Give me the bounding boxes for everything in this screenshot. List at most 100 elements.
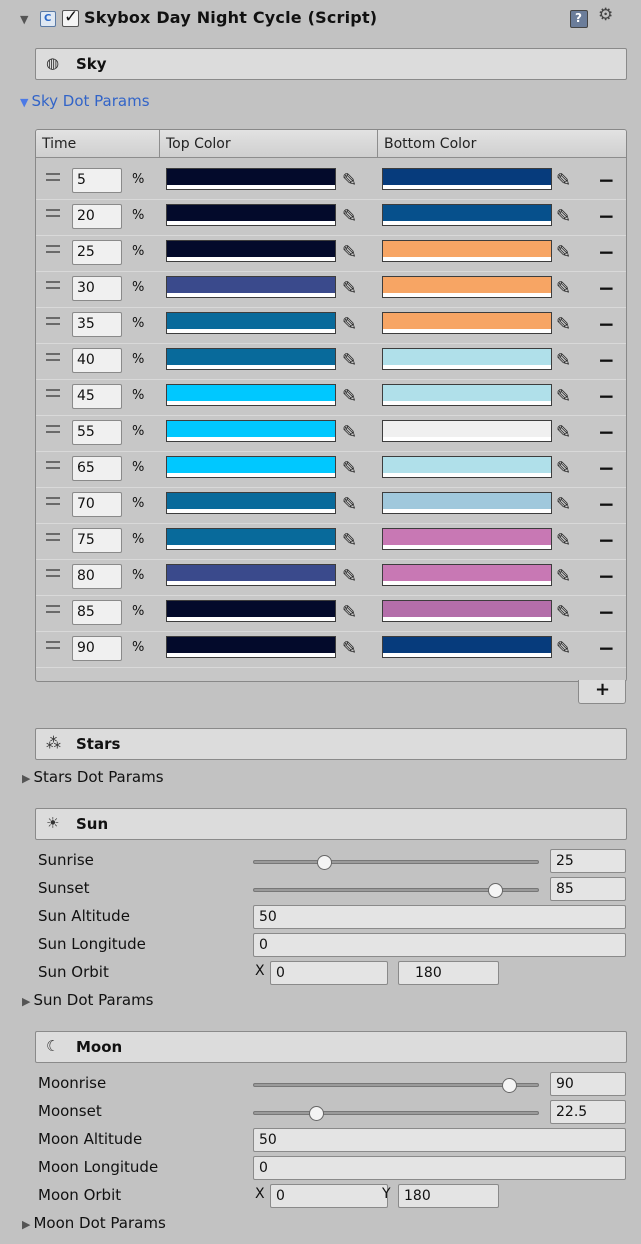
sunset-slider-thumb[interactable] xyxy=(488,883,504,898)
moon-longitude-field[interactable]: 0 xyxy=(253,1156,626,1180)
bottom-color-swatch[interactable] xyxy=(382,456,552,478)
sky-dot-params-foldout[interactable]: ▼ Sky Dot Params xyxy=(20,92,150,110)
eyedropper-icon[interactable]: ✎ xyxy=(342,530,357,551)
remove-row-button[interactable]: − xyxy=(598,204,615,228)
bottom-color-swatch[interactable] xyxy=(382,384,552,406)
drag-handle-icon[interactable] xyxy=(46,461,60,473)
drag-handle-icon[interactable] xyxy=(46,281,60,293)
eyedropper-icon[interactable]: ✎ xyxy=(342,638,357,659)
top-color-swatch[interactable] xyxy=(166,420,336,442)
time-field[interactable]: 80 xyxy=(72,564,122,589)
top-color-swatch[interactable] xyxy=(166,204,336,226)
bottom-color-swatch[interactable] xyxy=(382,600,552,622)
component-header[interactable]: ▼ C ✓ Skybox Day Night Cycle (Script) ? … xyxy=(0,0,641,40)
remove-row-button[interactable]: − xyxy=(598,240,615,264)
stars-section-header[interactable]: ⁂ Stars xyxy=(35,728,627,760)
top-color-swatch[interactable] xyxy=(166,456,336,478)
eyedropper-icon[interactable]: ✎ xyxy=(556,638,571,659)
eyedropper-icon[interactable]: ✎ xyxy=(556,242,571,263)
moon-altitude-field[interactable]: 50 xyxy=(253,1128,626,1152)
eyedropper-icon[interactable]: ✎ xyxy=(342,494,357,515)
remove-row-button[interactable]: − xyxy=(598,420,615,444)
eyedropper-icon[interactable]: ✎ xyxy=(556,530,571,551)
bottom-color-swatch[interactable] xyxy=(382,564,552,586)
remove-row-button[interactable]: − xyxy=(598,348,615,372)
eyedropper-icon[interactable]: ✎ xyxy=(342,566,357,587)
moon-orbit-y-field[interactable]: 180 xyxy=(398,1184,499,1208)
top-color-swatch[interactable] xyxy=(166,240,336,262)
drag-handle-icon[interactable] xyxy=(46,497,60,509)
drag-handle-icon[interactable] xyxy=(46,605,60,617)
time-field[interactable]: 55 xyxy=(72,420,122,445)
eyedropper-icon[interactable]: ✎ xyxy=(342,602,357,623)
bottom-color-swatch[interactable] xyxy=(382,528,552,550)
drag-handle-icon[interactable] xyxy=(46,353,60,365)
help-icon[interactable]: ? xyxy=(570,10,588,28)
eyedropper-icon[interactable]: ✎ xyxy=(342,422,357,443)
sun-orbit-x-field[interactable]: 0 xyxy=(270,961,388,985)
time-field[interactable]: 5 xyxy=(72,168,122,193)
eyedropper-icon[interactable]: ✎ xyxy=(556,350,571,371)
top-color-swatch[interactable] xyxy=(166,600,336,622)
drag-handle-icon[interactable] xyxy=(46,245,60,257)
foldout-arrow-icon[interactable]: ▼ xyxy=(20,13,28,26)
time-field[interactable]: 25 xyxy=(72,240,122,265)
drag-handle-icon[interactable] xyxy=(46,425,60,437)
time-field[interactable]: 90 xyxy=(72,636,122,661)
gear-icon[interactable]: ⚙ xyxy=(598,5,613,25)
eyedropper-icon[interactable]: ✎ xyxy=(556,422,571,443)
top-color-swatch[interactable] xyxy=(166,276,336,298)
bottom-color-swatch[interactable] xyxy=(382,240,552,262)
remove-row-button[interactable]: − xyxy=(598,312,615,336)
eyedropper-icon[interactable]: ✎ xyxy=(342,314,357,335)
time-field[interactable]: 45 xyxy=(72,384,122,409)
drag-handle-icon[interactable] xyxy=(46,641,60,653)
stars-dot-params-foldout[interactable]: ▶ Stars Dot Params xyxy=(22,768,164,786)
bottom-color-swatch[interactable] xyxy=(382,204,552,226)
bottom-color-swatch[interactable] xyxy=(382,312,552,334)
sunrise-slider[interactable] xyxy=(253,860,539,864)
eyedropper-icon[interactable]: ✎ xyxy=(342,242,357,263)
sun-longitude-field[interactable]: 0 xyxy=(253,933,626,957)
time-field[interactable]: 85 xyxy=(72,600,122,625)
time-field[interactable]: 40 xyxy=(72,348,122,373)
drag-handle-icon[interactable] xyxy=(46,569,60,581)
remove-row-button[interactable]: − xyxy=(598,492,615,516)
eyedropper-icon[interactable]: ✎ xyxy=(342,206,357,227)
bottom-color-swatch[interactable] xyxy=(382,168,552,190)
bottom-color-swatch[interactable] xyxy=(382,636,552,658)
remove-row-button[interactable]: − xyxy=(598,528,615,552)
eyedropper-icon[interactable]: ✎ xyxy=(342,458,357,479)
top-color-swatch[interactable] xyxy=(166,528,336,550)
sunset-field[interactable]: 85 xyxy=(550,877,626,901)
top-color-swatch[interactable] xyxy=(166,348,336,370)
top-color-swatch[interactable] xyxy=(166,636,336,658)
top-color-swatch[interactable] xyxy=(166,168,336,190)
drag-handle-icon[interactable] xyxy=(46,209,60,221)
sun-section-header[interactable]: ☀ Sun xyxy=(35,808,627,840)
top-color-swatch[interactable] xyxy=(166,312,336,334)
drag-handle-icon[interactable] xyxy=(46,533,60,545)
remove-row-button[interactable]: − xyxy=(598,564,615,588)
moonrise-field[interactable]: 90 xyxy=(550,1072,626,1096)
moonset-field[interactable]: 22.5 xyxy=(550,1100,626,1124)
time-field[interactable]: 70 xyxy=(72,492,122,517)
moonrise-slider[interactable] xyxy=(253,1083,539,1087)
moon-dot-params-foldout[interactable]: ▶ Moon Dot Params xyxy=(22,1214,166,1232)
top-color-swatch[interactable] xyxy=(166,564,336,586)
drag-handle-icon[interactable] xyxy=(46,317,60,329)
time-field[interactable]: 35 xyxy=(72,312,122,337)
sun-dot-params-foldout[interactable]: ▶ Sun Dot Params xyxy=(22,991,154,1009)
sky-section-header[interactable]: ◍ Sky xyxy=(35,48,627,80)
eyedropper-icon[interactable]: ✎ xyxy=(556,602,571,623)
eyedropper-icon[interactable]: ✎ xyxy=(556,494,571,515)
remove-row-button[interactable]: − xyxy=(598,168,615,192)
remove-row-button[interactable]: − xyxy=(598,456,615,480)
sunrise-slider-thumb[interactable] xyxy=(316,855,332,870)
sun-altitude-field[interactable]: 50 xyxy=(253,905,626,929)
sunrise-field[interactable]: 25 xyxy=(550,849,626,873)
remove-row-button[interactable]: − xyxy=(598,276,615,300)
time-field[interactable]: 20 xyxy=(72,204,122,229)
bottom-color-swatch[interactable] xyxy=(382,276,552,298)
moon-orbit-x-field[interactable]: 0 xyxy=(270,1184,388,1208)
